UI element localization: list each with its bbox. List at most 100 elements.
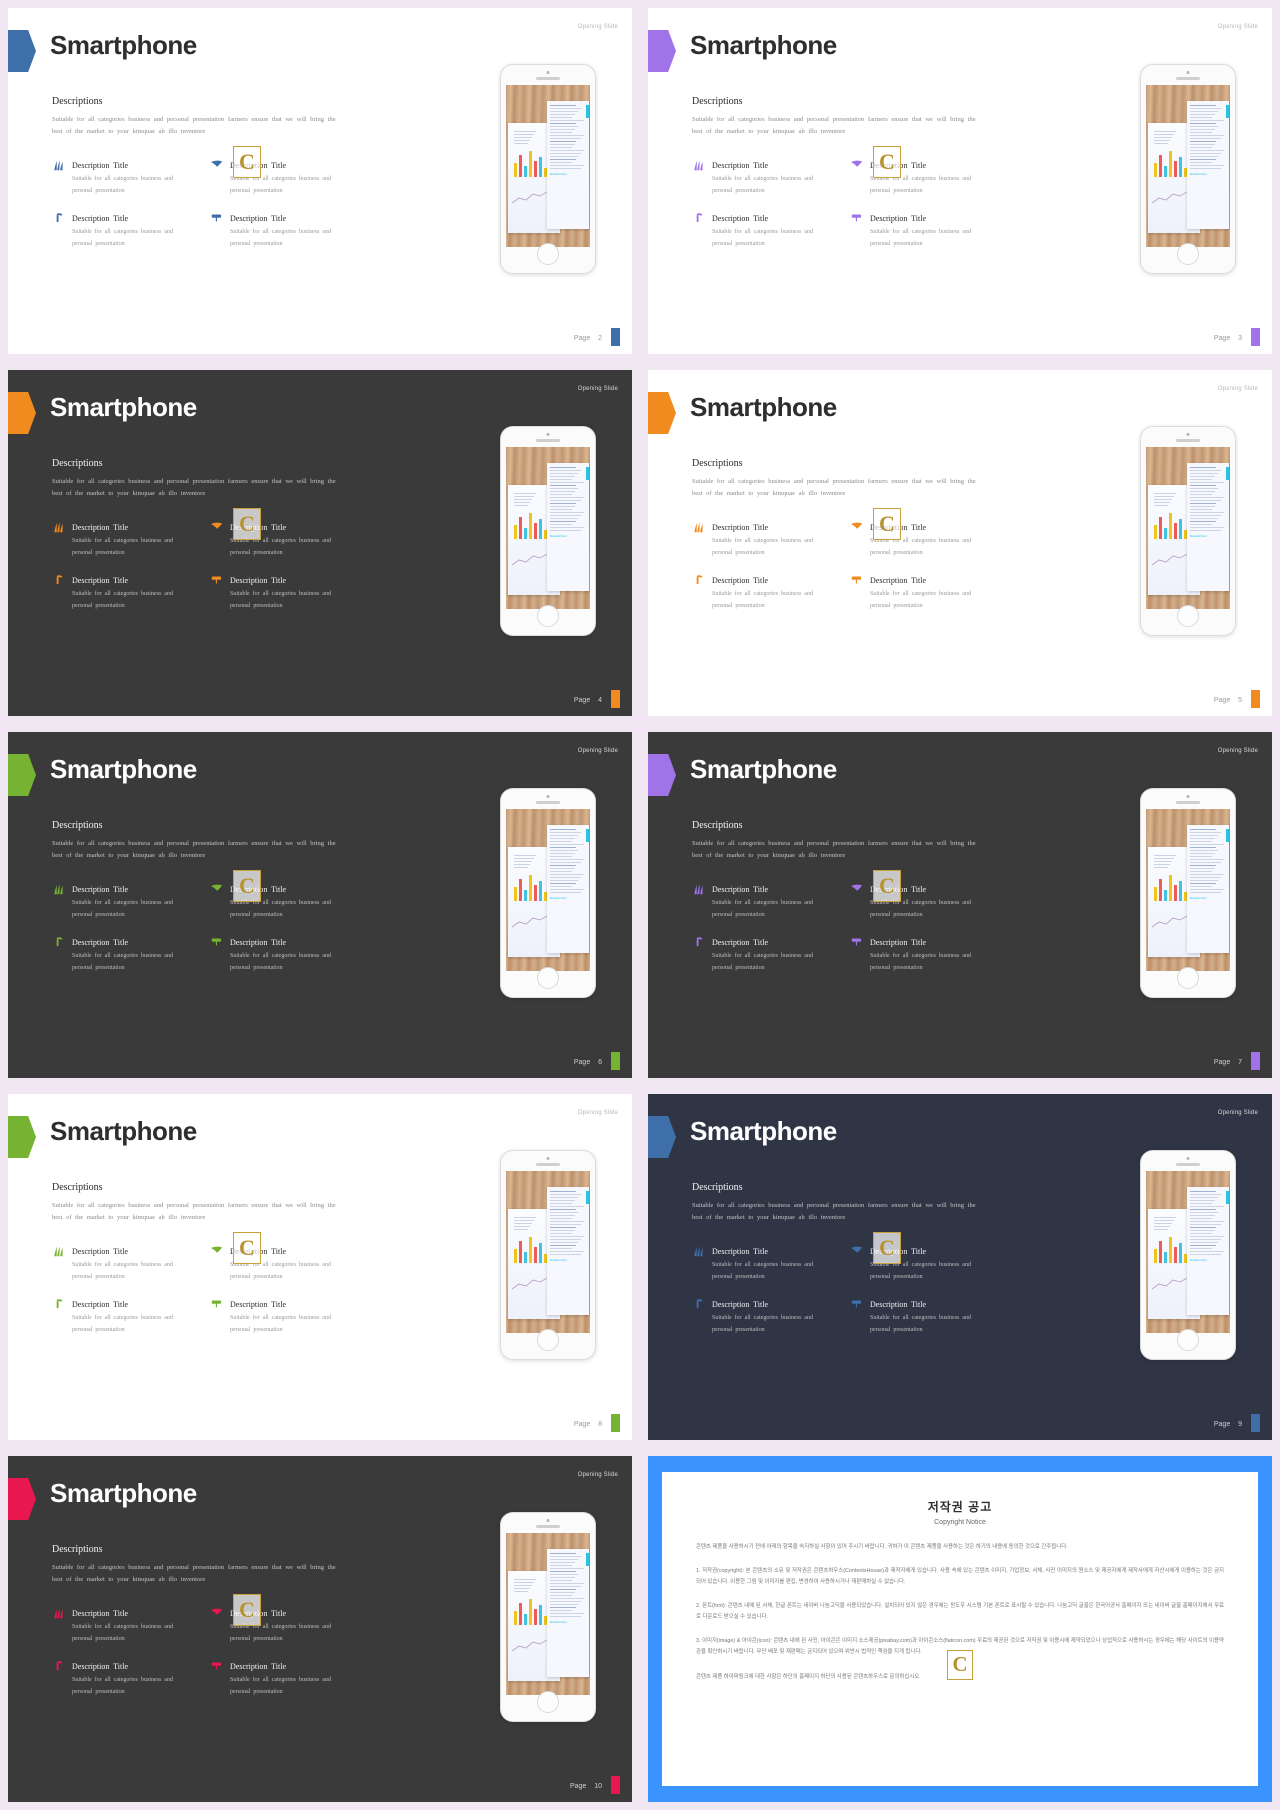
chart-bar: [1169, 1237, 1172, 1263]
slide-cell[interactable]: 저작권 공고 Copyright Notice 콘텐츠 제품을 사용하시기 전에…: [640, 1448, 1280, 1810]
phone-home-button[interactable]: [537, 1329, 559, 1351]
doc-line: [1190, 500, 1221, 501]
feature-header: Description Title: [692, 935, 834, 949]
doc-line: [550, 518, 578, 519]
descriptions-heading: Descriptions: [692, 458, 743, 469]
feature-header: Description Title: [850, 158, 992, 172]
slide-4[interactable]: Smartphone Opening Slide Descriptions Su…: [8, 370, 632, 716]
doc-line: [550, 159, 576, 160]
feature-header: Description Title: [210, 211, 352, 225]
slide-3[interactable]: Smartphone Opening Slide Descriptions Su…: [648, 8, 1272, 354]
slide-7[interactable]: Smartphone Opening Slide Descriptions Su…: [648, 732, 1272, 1078]
slide-cell[interactable]: Smartphone Opening Slide Descriptions Su…: [0, 724, 640, 1086]
slide-5[interactable]: Smartphone Opening Slide Descriptions Su…: [648, 370, 1272, 716]
slide-cell[interactable]: Smartphone Opening Slide Descriptions Su…: [640, 362, 1280, 724]
doc-line: [1190, 865, 1216, 866]
chart-card-header: [1154, 131, 1176, 146]
phone-speaker: [536, 1525, 560, 1528]
feature-header: Description Title: [52, 1659, 194, 1673]
slide-8[interactable]: Smartphone Opening Slide Descriptions Su…: [8, 1094, 632, 1440]
slide-6[interactable]: Smartphone Opening Slide Descriptions Su…: [8, 732, 632, 1078]
slide-cell[interactable]: Smartphone Opening Slide Descriptions Su…: [0, 1086, 640, 1448]
slide-10[interactable]: Smartphone Opening Slide Descriptions Su…: [8, 1456, 632, 1802]
doc-tab-marker: [1226, 105, 1229, 118]
doc-line: [550, 1595, 572, 1596]
chart-bar: [519, 1241, 522, 1263]
slide-cell[interactable]: Smartphone Opening Slide Descriptions Su…: [0, 362, 640, 724]
leaf-flag-icon: [210, 1244, 224, 1258]
leaf-flag-icon: [210, 520, 224, 534]
feature-header: Description Title: [52, 935, 194, 949]
doc-line: [550, 1191, 576, 1192]
feature-header: Description Title: [692, 520, 834, 534]
doc-line: [1190, 1191, 1216, 1192]
doc-line: [550, 1230, 575, 1231]
feature-item: Description Title Suitable for all categ…: [692, 1244, 834, 1283]
phone-home-button[interactable]: [537, 243, 559, 265]
doc-line: [1190, 527, 1224, 528]
doc-line: [1190, 1203, 1212, 1204]
phone-home-button[interactable]: [537, 605, 559, 627]
chart-bar: [519, 879, 522, 901]
doc-line: [1190, 862, 1221, 863]
phone-speaker: [1176, 439, 1200, 442]
doc-line: [550, 1559, 578, 1560]
slide-cell[interactable]: Smartphone Opening Slide Descriptions Su…: [640, 724, 1280, 1086]
chart-bar: [1179, 1243, 1182, 1263]
phone-home-button[interactable]: [537, 967, 559, 989]
slide-cell[interactable]: Smartphone Opening Slide Descriptions Su…: [640, 1086, 1280, 1448]
descriptions-body: Suitable for all categories business and…: [52, 840, 336, 860]
phone-home-button[interactable]: [1177, 243, 1199, 265]
feature-item: Description Title Suitable for all categ…: [52, 1297, 194, 1336]
feature-body: Suitable for all categories business and…: [72, 1677, 173, 1696]
copyright-title-english: Copyright Notice: [934, 1519, 986, 1526]
feature-header: Description Title: [210, 520, 352, 534]
mini-line: [514, 1585, 532, 1586]
doc-line: [550, 1601, 581, 1602]
feature-title: Description Title: [72, 884, 129, 894]
phone-mockup: Beautiful Chart: [500, 64, 596, 274]
copyright-paper: 저작권 공고 Copyright Notice 콘텐츠 제품을 사용하시기 전에…: [662, 1472, 1258, 1786]
slide-cell[interactable]: Smartphone Opening Slide Descriptions Su…: [0, 1448, 640, 1810]
slide-2[interactable]: Smartphone Opening Slide Descriptions Su…: [8, 8, 632, 354]
slide-9[interactable]: Smartphone Opening Slide Descriptions Su…: [648, 1094, 1272, 1440]
chart-bar: [534, 885, 537, 901]
mini-line: [1154, 1223, 1172, 1224]
doc-line: [1190, 126, 1218, 127]
phone-home-button[interactable]: [1177, 1329, 1199, 1351]
mini-line: [514, 143, 528, 144]
feature-header: Description Title: [850, 882, 992, 896]
feature-body: Suitable for all categories business and…: [230, 953, 331, 972]
doc-line: [1190, 880, 1218, 881]
feature-grid: Description Title Suitable for all categ…: [692, 1244, 992, 1337]
phone-home-button[interactable]: [537, 1691, 559, 1713]
feature-title: Description Title: [712, 884, 769, 894]
feature-grid: Description Title Suitable for all categ…: [52, 882, 352, 975]
feature-item: Description Title Suitable for all categ…: [52, 1606, 194, 1645]
doc-line: [550, 524, 572, 525]
doc-line: [1190, 1215, 1215, 1216]
doc-line: [550, 1613, 584, 1614]
phone-home-button[interactable]: [1177, 605, 1199, 627]
doc-line: [550, 1209, 576, 1210]
mini-line: [1154, 140, 1170, 141]
feature-title: Description Title: [712, 213, 769, 223]
doc-line: [550, 1571, 576, 1572]
feature-item: Description Title Suitable for all categ…: [52, 935, 194, 974]
doc-line: [1190, 135, 1224, 136]
doc-line: [550, 880, 578, 881]
mini-line: [1154, 131, 1176, 132]
feature-body: Suitable for all categories business and…: [72, 176, 173, 194]
doc-line: [550, 868, 575, 869]
feature-item: Description Title Suitable for all categ…: [692, 573, 834, 612]
page-label: Page 6: [573, 1059, 602, 1066]
copyright-slide[interactable]: 저작권 공고 Copyright Notice 콘텐츠 제품을 사용하시기 전에…: [648, 1456, 1272, 1802]
slide-cell[interactable]: Smartphone Opening Slide Descriptions Su…: [0, 0, 640, 362]
document-card: Beautiful Chart: [547, 1549, 589, 1677]
phone-home-button[interactable]: [1177, 967, 1199, 989]
phone-mockup: Beautiful Chart: [500, 1150, 596, 1360]
page-accent-chip: [611, 690, 620, 708]
opening-slide-tag: Opening Slide: [577, 386, 618, 392]
doc-line: [550, 1200, 575, 1201]
slide-cell[interactable]: Smartphone Opening Slide Descriptions Su…: [640, 0, 1280, 362]
